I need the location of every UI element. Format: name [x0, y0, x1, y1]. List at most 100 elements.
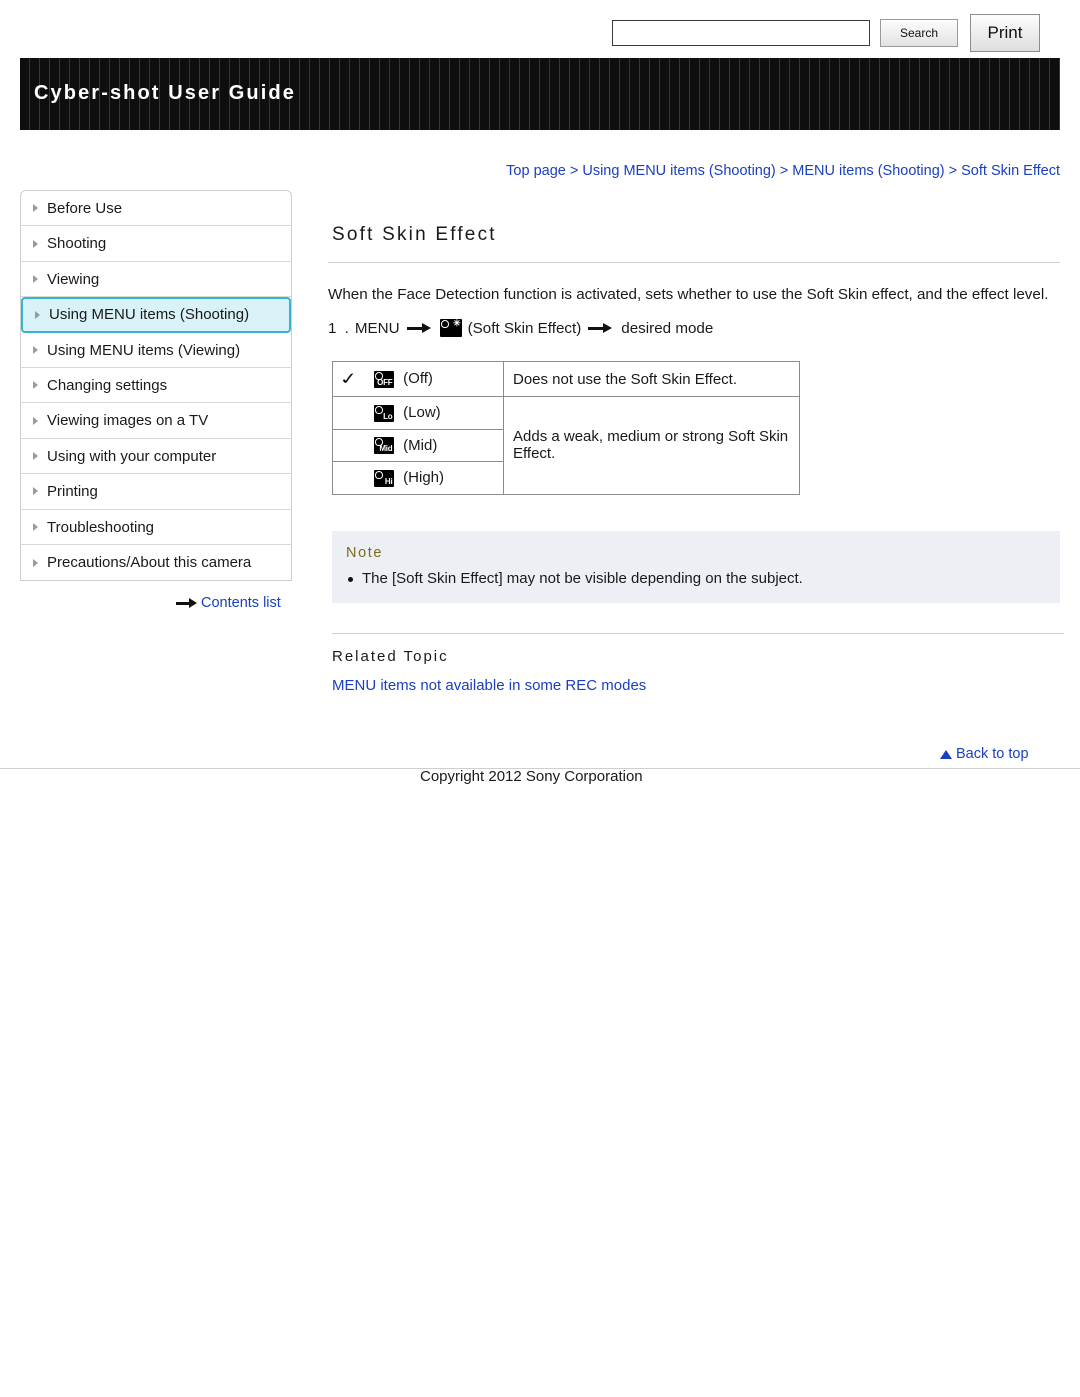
arrow-right-icon — [406, 322, 433, 334]
page-title: Soft Skin Effect — [332, 224, 497, 245]
arrow-right-icon — [176, 598, 198, 609]
checkmark-icon: ✓ — [338, 370, 361, 389]
print-button[interactable]: Print — [970, 14, 1040, 52]
sidebar-item-shooting[interactable]: Shooting — [21, 226, 291, 262]
option-description-levels: Adds a weak, medium or strong Soft Skin … — [503, 396, 800, 495]
sidebar-item-label: Shooting — [47, 235, 107, 253]
sidebar-item-troubleshooting[interactable]: Troubleshooting — [21, 510, 291, 545]
procedure-step-1: 1 . MENU ✳ (Soft Skin Effect) desired mo… — [328, 319, 1060, 337]
intro-paragraph: When the Face Detection function is acti… — [328, 286, 1049, 303]
selected-check-cell — [332, 396, 365, 430]
sidebar-nav: Before Use Shooting Viewing Using MENU i… — [20, 190, 292, 582]
sidebar-item-label: Viewing — [47, 270, 100, 288]
step-item-label: (Soft Skin Effect) — [467, 319, 582, 337]
sidebar-item-label: Changing settings — [47, 376, 168, 394]
breadcrumb: Top page > Using MENU items (Shooting) >… — [0, 163, 1060, 179]
chevron-right-icon — [33, 451, 38, 460]
note-title: Note — [346, 544, 384, 561]
option-cell-mid: Mid (Mid) — [365, 428, 504, 463]
step-menu-label: MENU — [354, 319, 400, 337]
chevron-right-icon — [33, 274, 38, 283]
main-content: Soft Skin Effect When the Face Detection… — [328, 190, 1064, 694]
table-row: ✓ OFF (Off) Does not use the Soft Skin E… — [332, 361, 800, 397]
chevron-right-icon — [33, 522, 38, 531]
sidebar-item-label: Before Use — [47, 200, 123, 217]
star-glyph: ✳ — [453, 318, 461, 328]
sidebar-item-label: Using with your computer — [47, 447, 217, 465]
arrow-right-icon — [588, 322, 614, 334]
breadcrumb-separator: > — [779, 163, 793, 179]
soft-skin-high-icon: Hi — [374, 469, 394, 487]
note-item: The [Soft Skin Effect] may not be visibl… — [346, 570, 1046, 587]
icon-sub-label: Lo — [383, 411, 393, 421]
sidebar-item-label: Precautions/About this camera — [47, 553, 252, 571]
sidebar-item-changing-settings[interactable]: Changing settings — [21, 368, 291, 404]
option-label: (High) — [403, 469, 445, 487]
search-input[interactable] — [613, 21, 869, 45]
option-label: (Off) — [403, 370, 433, 388]
chevron-right-icon — [33, 381, 38, 390]
sidebar-item-using-menu-items-shooting[interactable]: Using MENU items (Shooting) — [21, 297, 291, 333]
related-divider — [332, 632, 1064, 634]
note-box: Note The [Soft Skin Effect] may not be v… — [332, 530, 1060, 603]
option-label: (Low) — [403, 404, 441, 421]
soft-skin-mid-icon: Mid — [374, 437, 394, 455]
chevron-right-icon — [33, 345, 38, 354]
search-box[interactable] — [612, 20, 870, 46]
chevron-right-icon — [33, 204, 38, 213]
sidebar-item-before-use[interactable]: Before Use — [21, 191, 291, 227]
triangle-up-icon — [940, 750, 952, 759]
breadcrumb-item-using-menu-items-shooting[interactable]: Using MENU items (Shooting) — [582, 163, 775, 179]
back-to-top-link[interactable]: Back to top — [940, 746, 1029, 762]
sidebar-item-viewing-images-on-a-tv[interactable]: Viewing images on a TV — [21, 403, 291, 439]
title-divider — [328, 262, 1060, 263]
sidebar-item-precautions-about-this-camera[interactable]: Precautions/About this camera — [21, 545, 291, 580]
chevron-right-icon — [33, 416, 38, 425]
table-row: Lo (Low) Adds a weak, medium or strong S… — [332, 396, 800, 495]
face-glyph — [440, 320, 449, 328]
related-topic-link[interactable]: MENU items not available in some REC mod… — [332, 677, 1060, 694]
contents-list-link[interactable]: Contents list — [176, 595, 281, 611]
site-title: Cyber-shot User Guide — [34, 82, 296, 104]
icon-sub-label: OFF — [377, 377, 393, 387]
breadcrumb-item-top-page[interactable]: Top page — [506, 163, 566, 179]
related-topic-title: Related Topic — [332, 647, 449, 665]
face-glyph — [375, 470, 383, 479]
sidebar-item-printing[interactable]: Printing — [21, 474, 291, 510]
sidebar-item-label: Printing — [47, 483, 98, 501]
soft-skin-off-icon: OFF — [374, 370, 394, 388]
icon-sub-label: Mid — [379, 444, 393, 454]
option-label: (Mid) — [403, 436, 438, 454]
step-number: 1 . — [328, 319, 351, 337]
selected-check-cell: ✓ — [332, 361, 365, 397]
sidebar-item-label: Using MENU items (Shooting) — [49, 306, 250, 324]
face-glyph — [375, 405, 383, 414]
chevron-right-icon — [33, 558, 38, 567]
sidebar-item-label: Troubleshooting — [47, 518, 155, 536]
option-cell-low: Lo (Low) — [365, 396, 504, 430]
sidebar-item-label: Viewing images on a TV — [47, 412, 209, 430]
soft-skin-low-icon: Lo — [374, 404, 394, 422]
sidebar-item-viewing[interactable]: Viewing — [21, 262, 291, 298]
option-cell-high: Hi (High) — [365, 461, 504, 495]
option-cell-off: OFF (Off) — [365, 361, 504, 397]
sidebar-item-using-with-your-computer[interactable]: Using with your computer — [21, 439, 291, 475]
breadcrumb-item-soft-skin-effect: Soft Skin Effect — [961, 163, 1060, 179]
chevron-right-icon — [33, 487, 38, 496]
menu-soft-skin-icon: ✳ — [439, 318, 462, 337]
breadcrumb-separator: > — [569, 163, 583, 179]
contents-list-label: Contents list — [201, 595, 281, 611]
selected-check-cell — [332, 461, 365, 495]
copyright-text: Copyright 2012 Sony Corporation — [420, 768, 643, 785]
selected-check-cell — [332, 428, 365, 463]
options-table: ✓ OFF (Off) Does not use the Soft Skin E… — [332, 361, 800, 495]
sidebar-item-using-menu-items-viewing[interactable]: Using MENU items (Viewing) — [21, 333, 291, 368]
icon-sub-label: Hi — [384, 476, 393, 486]
search-button[interactable]: Search — [880, 19, 958, 47]
step-target-label: desired mode — [621, 319, 714, 337]
option-description-off: Does not use the Soft Skin Effect. — [503, 361, 800, 397]
breadcrumb-item-menu-items-shooting[interactable]: MENU items (Shooting) — [792, 163, 944, 179]
sidebar-item-label: Using MENU items (Viewing) — [47, 341, 241, 359]
site-header: Cyber-shot User Guide — [20, 58, 1060, 130]
chevron-right-icon — [33, 239, 38, 248]
